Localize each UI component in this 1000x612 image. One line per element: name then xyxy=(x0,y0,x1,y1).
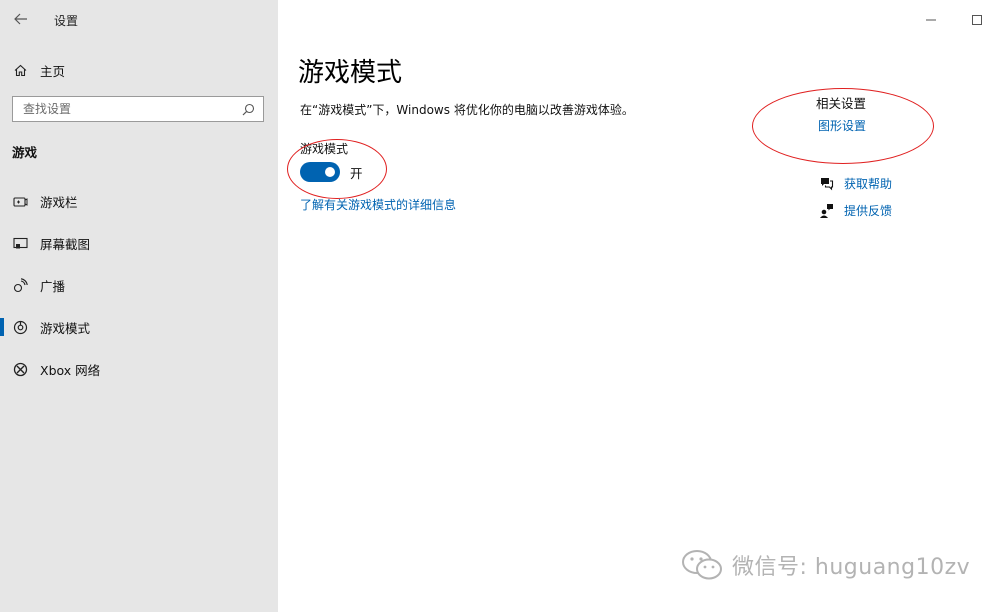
help-chat-icon xyxy=(818,176,834,192)
sidebar-item-screen-capture[interactable]: 屏幕截图 xyxy=(0,222,278,264)
sidebar-item-game-bar[interactable]: 游戏栏 xyxy=(0,180,278,222)
toggle-knob xyxy=(325,167,335,177)
maximize-icon xyxy=(972,15,982,25)
game-mode-toggle-label: 游戏模式 xyxy=(300,142,349,156)
sidebar-item-label: 广播 xyxy=(40,278,66,294)
game-mode-toggle-row: 开 xyxy=(300,162,363,182)
sidebar-item-label: Xbox 网络 xyxy=(40,362,101,378)
minimize-icon xyxy=(926,19,936,21)
sidebar-item-broadcast[interactable]: 广播 xyxy=(0,264,278,306)
back-button[interactable] xyxy=(8,8,34,30)
give-feedback-label: 提供反馈 xyxy=(844,204,893,218)
search-icon[interactable] xyxy=(242,103,255,116)
watermark: 微信号: huguang10zv xyxy=(680,548,970,582)
learn-more-link[interactable]: 了解有关游戏模式的详细信息 xyxy=(300,196,456,213)
nav-list: 游戏栏 屏幕截图 广播 游戏模式 Xbox 网络 xyxy=(0,180,278,390)
get-help-link[interactable]: 获取帮助 xyxy=(818,175,892,192)
game-mode-icon xyxy=(0,320,40,335)
app-title: 设置 xyxy=(54,14,79,28)
search-input[interactable] xyxy=(13,97,233,121)
title-bar: 设置 xyxy=(0,6,278,32)
page-title: 游戏模式 xyxy=(298,58,403,88)
search-box[interactable] xyxy=(12,96,264,122)
broadcast-icon xyxy=(0,277,40,293)
related-settings-title: 相关设置 xyxy=(816,96,867,111)
page-description: 在“游戏模式”下，Windows 将优化你的电脑以改善游戏体验。 xyxy=(300,103,634,117)
game-mode-toggle[interactable] xyxy=(300,162,340,182)
xbox-icon xyxy=(0,362,40,377)
back-arrow-icon xyxy=(14,13,27,25)
minimize-button[interactable] xyxy=(908,10,954,30)
sidebar-item-label: 游戏模式 xyxy=(40,320,91,336)
sidebar-item-label: 屏幕截图 xyxy=(40,236,91,252)
home-label: 主页 xyxy=(40,63,66,79)
home-icon xyxy=(0,64,40,77)
give-feedback-link[interactable]: 提供反馈 xyxy=(818,202,892,219)
maximize-button[interactable] xyxy=(954,10,1000,30)
toggle-state-label: 开 xyxy=(350,165,363,181)
sidebar-item-xbox-network[interactable]: Xbox 网络 xyxy=(0,348,278,390)
game-bar-icon xyxy=(0,194,40,209)
nav-home[interactable]: 主页 xyxy=(0,58,278,82)
watermark-text: 微信号: huguang10zv xyxy=(732,555,971,580)
sidebar-item-game-mode[interactable]: 游戏模式 xyxy=(0,306,278,348)
sidebar-item-label: 游戏栏 xyxy=(40,194,78,210)
feedback-person-icon xyxy=(818,203,834,219)
graphics-settings-link[interactable]: 图形设置 xyxy=(818,117,866,134)
screen-capture-icon xyxy=(0,236,40,251)
section-title: 游戏 xyxy=(12,145,38,160)
main-content: 游戏模式 在“游戏模式”下，Windows 将优化你的电脑以改善游戏体验。 游戏… xyxy=(278,0,1000,612)
wechat-icon xyxy=(682,550,722,580)
get-help-label: 获取帮助 xyxy=(844,177,893,191)
window-controls xyxy=(908,10,1000,30)
sidebar: 设置 主页 游戏 游戏栏 屏幕截图 广播 xyxy=(0,0,278,612)
